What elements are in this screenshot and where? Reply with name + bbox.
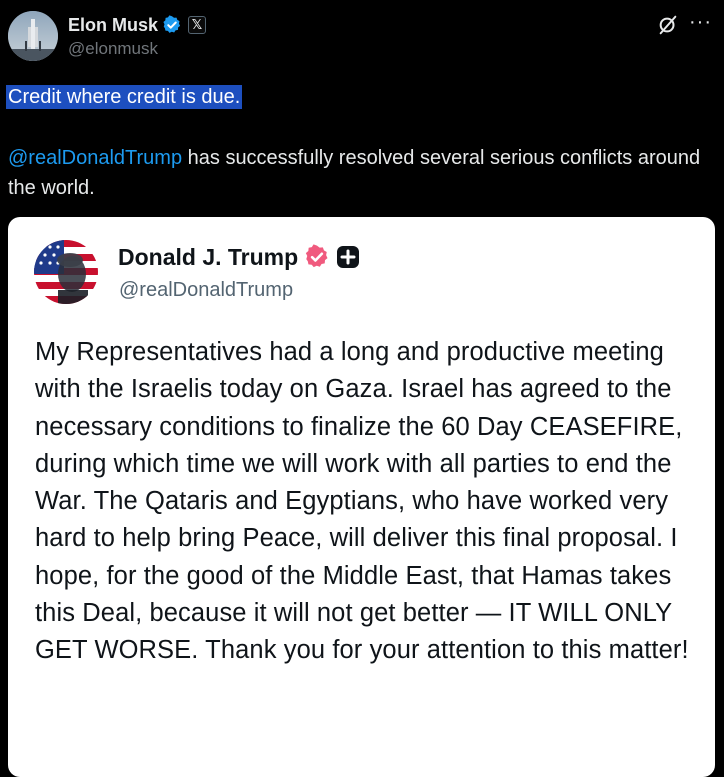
post-first-line: Credit where credit is due. bbox=[6, 83, 243, 111]
grok-icon[interactable] bbox=[657, 14, 679, 36]
author-display-name[interactable]: Elon Musk bbox=[68, 14, 158, 36]
author-avatar[interactable] bbox=[8, 11, 58, 61]
quoted-handle[interactable]: @realDonaldTrump bbox=[119, 278, 293, 302]
plus-badge-icon[interactable] bbox=[336, 245, 360, 269]
selected-text: Credit where credit is due. bbox=[6, 85, 243, 109]
quoted-post-text: My Representatives had a long and produc… bbox=[35, 338, 689, 665]
quoted-name-row: Donald J. Trump bbox=[118, 243, 360, 271]
verified-badge-icon[interactable] bbox=[162, 15, 182, 35]
more-options-icon[interactable]: ··· bbox=[689, 12, 712, 32]
mention-link[interactable]: @realDonaldTrump bbox=[8, 147, 182, 169]
author-handle[interactable]: @elonmusk bbox=[68, 39, 158, 59]
post-body: @realDonaldTrump has successfully resolv… bbox=[8, 143, 708, 203]
pink-check-icon[interactable] bbox=[304, 244, 330, 270]
quoted-post-card[interactable]: Donald J. Trump @realDonaldTrump My Repr… bbox=[8, 217, 715, 777]
author-name-row: Elon Musk 𝕏 bbox=[68, 14, 207, 36]
rocket-launch-avatar-image bbox=[8, 11, 58, 61]
quoted-author-avatar[interactable] bbox=[34, 240, 98, 304]
post-actions: ··· bbox=[657, 12, 712, 36]
flag-portrait-avatar-image bbox=[34, 240, 98, 304]
post-container: Elon Musk 𝕏 @elonmusk ··· Credit where c… bbox=[0, 0, 724, 777]
quoted-display-name[interactable]: Donald J. Trump bbox=[118, 243, 298, 271]
x-affiliation-icon[interactable]: 𝕏 bbox=[188, 16, 207, 34]
